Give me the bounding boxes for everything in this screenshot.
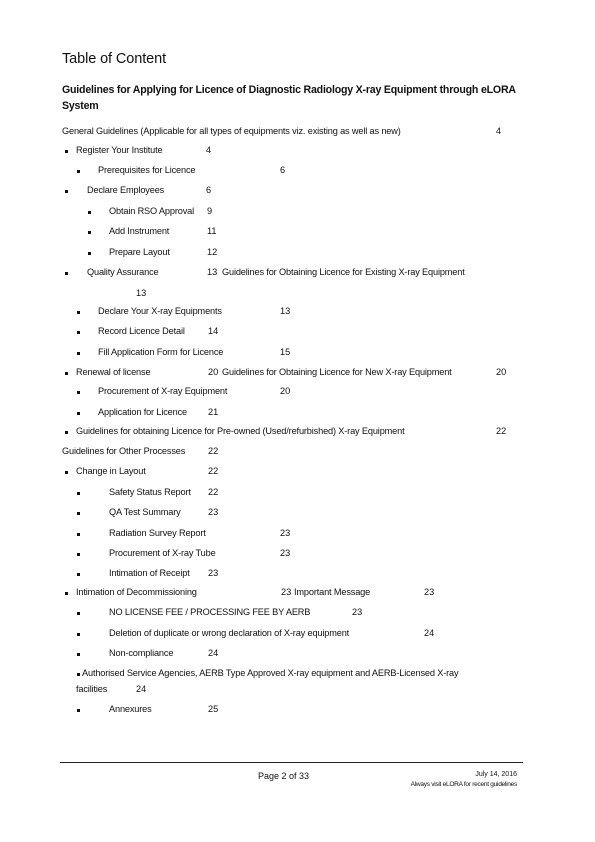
toc-entry-text: Radiation Survey Report: [109, 528, 206, 538]
toc-entry-text: Annexures: [109, 704, 152, 714]
toc-entry-text: Intimation of Receipt: [109, 568, 190, 578]
toc-entry-text: Quality Assurance: [87, 267, 159, 277]
toc-entry-page: 24: [208, 648, 219, 658]
bullet-icon: [77, 709, 80, 712]
toc-entry-page: 13: [280, 306, 291, 316]
toc-entry-text: Renewal of license: [76, 367, 151, 377]
toc-entry-text: NO LICENSE FEE / PROCESSING FEE BY AERB: [109, 607, 311, 617]
bullet-icon: [77, 331, 80, 334]
toc-main-heading-text: Guidelines for Applying for Licence of D…: [62, 84, 516, 112]
bullet-icon: [77, 553, 80, 556]
toc-entry-text: Important Message: [294, 587, 371, 597]
toc-entry-page: 24: [136, 684, 147, 694]
toc-entry-text: Procurement of X-ray Equipment: [98, 386, 228, 396]
bullet-icon: [65, 190, 68, 193]
toc-entry-page: 22: [496, 426, 507, 436]
bullet-icon: [77, 533, 80, 536]
bullet-icon: [77, 311, 80, 314]
toc-entry-text: Prerequisites for Licence: [98, 165, 196, 175]
toc-entry-page: 14: [208, 326, 219, 336]
toc-entry-page: 20: [496, 367, 507, 377]
toc-entry-text: Non-compliance: [109, 648, 174, 658]
footer-page-number: Page 2 of 33: [258, 771, 310, 781]
bullet-icon: [88, 252, 91, 255]
bullet-icon: [77, 391, 80, 394]
bullet-icon: [77, 170, 80, 173]
bullet-icon: [77, 633, 80, 636]
bullet-icon: [88, 211, 91, 214]
bullet-icon: [77, 352, 80, 355]
bullet-icon: [65, 431, 68, 434]
bullet-icon: [77, 512, 80, 515]
toc-entry-text: Register Your Institute: [76, 145, 163, 155]
toc-entry-text: Guidelines for obtaining Licence for Pre…: [76, 426, 405, 436]
toc-entry-page: 22: [208, 487, 219, 497]
toc-entry-text: Authorised Service Agencies, AERB Type A…: [82, 668, 459, 678]
toc-entry-page: 4: [496, 126, 502, 136]
footer-note: Always visit eLORA for recent guidelines: [410, 781, 518, 788]
toc-entry-text: Guidelines for Obtaining Licence for Exi…: [222, 267, 465, 277]
toc-entry-page: 23: [281, 587, 292, 597]
toc-entry-text: Procurement of X-ray Tube: [109, 548, 216, 558]
toc-entry-page: 25: [208, 704, 219, 714]
toc-main-heading[interactable]: Guidelines for Applying for Licence of D…: [62, 82, 542, 114]
toc-entry-text: Application for Licence: [98, 407, 187, 417]
toc-entry-page: 11: [207, 226, 217, 236]
bullet-icon: [77, 492, 80, 495]
toc-entry-text: Guidelines for Obtaining Licence for New…: [222, 367, 452, 377]
toc-entry-text: Declare Your X-ray Equipments: [98, 306, 222, 316]
toc-entry-page: 13: [207, 267, 218, 277]
toc-entry-page: 23: [352, 607, 363, 617]
toc-entry-text: Prepare Layout: [109, 247, 170, 257]
toc-entry-page: 23: [208, 507, 219, 517]
bullet-icon: [77, 673, 80, 676]
bullet-icon: [77, 612, 80, 615]
page-title: Table of Content: [62, 51, 166, 67]
toc-entry-page: 23: [424, 587, 435, 597]
bullet-icon: [77, 412, 80, 415]
toc-entry-text: Deletion of duplicate or wrong declarati…: [109, 628, 350, 638]
bullet-icon: [65, 150, 68, 153]
toc-entry-page: 23: [280, 528, 291, 538]
toc-entry-page: 6: [280, 165, 286, 175]
toc-entry-page: 4: [206, 145, 212, 155]
toc-entry-text: Safety Status Report: [109, 487, 191, 497]
toc-entry-page: 13: [136, 288, 147, 298]
toc-entry-text: Guidelines for Other Processes: [62, 446, 186, 456]
toc-entry-text-line2: facilities: [76, 684, 108, 694]
toc-entry-text: Intimation of Decommissioning: [76, 587, 197, 597]
toc-entry-page: 23: [280, 548, 291, 558]
toc-entry-page: 20: [208, 367, 219, 377]
bullet-icon: [65, 471, 68, 474]
toc-entry-page: 6: [206, 185, 212, 195]
toc-entry-text: Declare Employees: [87, 185, 165, 195]
toc-entry-text: QA Test Summary: [109, 507, 181, 517]
toc-entry-text: General Guidelines (Applicable for all t…: [62, 126, 401, 136]
toc-entry-text: Add Instrument: [109, 226, 170, 236]
bullet-icon: [88, 231, 91, 234]
toc-entry-page: 22: [208, 446, 219, 456]
bullet-icon: [65, 592, 68, 595]
toc-entry-text: Record Licence Detail: [98, 326, 185, 336]
toc-entry-text: Fill Application Form for Licence: [98, 347, 224, 357]
toc-entry-page: 20: [280, 386, 291, 396]
toc-entry-page: 22: [208, 466, 219, 476]
toc-entry-page: 9: [207, 206, 213, 216]
footer-divider: [60, 762, 523, 763]
footer-date: July 14, 2016: [475, 771, 517, 778]
toc-entry-page: 15: [280, 347, 291, 357]
toc-entry-page: 12: [207, 247, 218, 257]
toc-entry-page: 21: [208, 407, 219, 417]
toc-entry-text: Change in Layout: [76, 466, 146, 476]
toc-entry-page: 24: [424, 628, 435, 638]
bullet-icon: [65, 372, 68, 375]
toc-entry-page: 23: [208, 568, 219, 578]
bullet-icon: [77, 573, 80, 576]
bullet-icon: [77, 653, 80, 656]
bullet-icon: [65, 272, 68, 275]
toc-entry-text: Obtain RSO Approval: [109, 206, 194, 216]
